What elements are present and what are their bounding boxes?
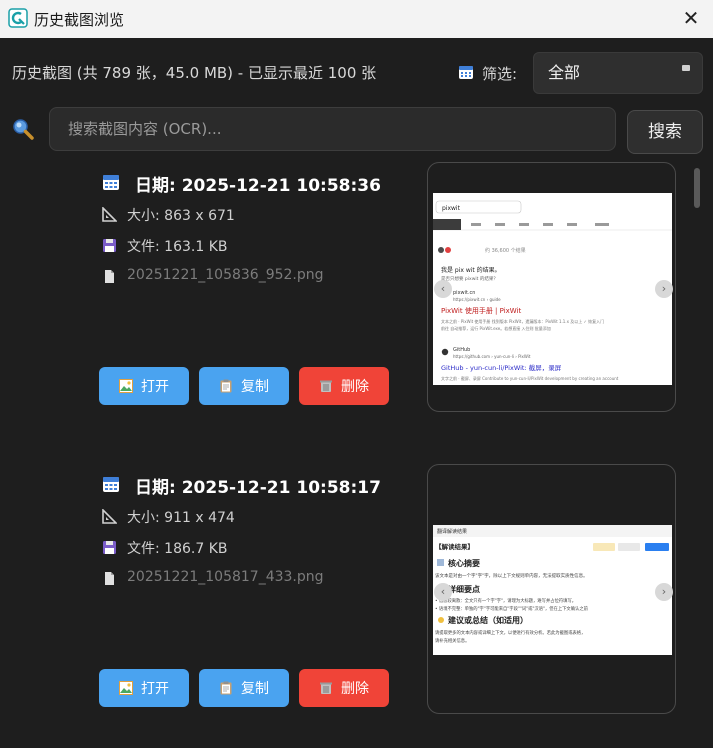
screenshot-card: 日期: 2025-12-21 10:58:36 大小: 863 x 671 文件…: [0, 160, 690, 430]
next-arrow-icon[interactable]: ›: [655, 280, 673, 298]
screenshot-card: 日期: 2025-12-21 10:58:17 大小: 911 x 474 文件…: [0, 462, 690, 732]
preview-h2: 详细要点: [448, 584, 480, 594]
floppy-disk-icon: [103, 239, 116, 252]
file-name: 20251221_105817_433.png: [127, 569, 324, 585]
search-input[interactable]: [49, 107, 616, 151]
preview-result-count: 约 36,600 个结果: [485, 247, 526, 254]
preview-p2a: • 信息较离散：全文只有一个字"字"，请理为大标题，难写并占位符填写。: [435, 597, 576, 604]
copy-button[interactable]: 复制: [199, 669, 289, 707]
file-size: 文件: 163.1 KB: [127, 239, 228, 255]
search-button[interactable]: 搜索: [627, 110, 703, 154]
preview-site2: GitHub: [453, 347, 470, 353]
preview-desc1b: 前往 自动推荐，运行 PixWit.exe。若想直接 入住则 批量添加: [441, 325, 551, 331]
delete-button[interactable]: 删除: [299, 669, 389, 707]
document-icon: [105, 572, 114, 585]
scrollbar[interactable]: [692, 168, 702, 748]
thumbnail-frame[interactable]: 翻译解读结果 【解读结果】 核心摘要 该文本是对由一个字"字"字，除以上下文规则…: [427, 464, 676, 714]
analysis-result-preview: 翻译解读结果 【解读结果】 核心摘要 该文本是对由一个字"字"字，除以上下文规则…: [433, 525, 672, 655]
dropdown-arrow-icon: [682, 65, 690, 71]
thumbnail-frame[interactable]: pixwit 约 36,600 个结果 我是 pix wit 的结果。 是否只想…: [427, 162, 676, 412]
image-icon: [119, 681, 133, 695]
clipboard-icon: [220, 379, 232, 393]
image-dimensions: 大小: 863 x 671: [127, 208, 235, 224]
preview-link2: GitHub - yun-cun-li/PixWit: 截屏，录屏: [441, 363, 562, 372]
preview-p1: 该文本是对由一个字"字"字，除以上下文规则单内容，无法提取实质性信息。: [435, 572, 588, 579]
file-size: 文件: 186.7 KB: [127, 541, 228, 557]
search-results-preview: pixwit 约 36,600 个结果 我是 pix wit 的结果。 是否只想…: [433, 193, 672, 385]
copy-button-label: 复制: [241, 379, 269, 395]
preview-header: 翻译解读结果: [437, 528, 467, 535]
close-icon[interactable]: ✕: [679, 6, 703, 30]
preview-section-title: 【解读结果】: [435, 542, 474, 551]
scrollbar-thumb[interactable]: [694, 168, 700, 208]
preview-url2: https://github.com › yun-cun-li › PixWit: [453, 354, 531, 359]
trash-icon: [320, 380, 332, 392]
clipboard-icon: [220, 681, 232, 695]
preview-h1: 核心摘要: [448, 558, 480, 568]
calendar-icon: [103, 477, 119, 492]
preview-p3b: 请补充相关信息。: [435, 637, 469, 644]
previous-arrow-icon[interactable]: ‹: [434, 280, 452, 298]
preview-p3: 请提取更多的文本内容或详细上下文，以便进行有效分析。若此为截图或表格，: [435, 629, 585, 636]
copy-button-label: 复制: [241, 681, 269, 697]
delete-button-label: 删除: [341, 379, 369, 395]
screenshot-list[interactable]: 日期: 2025-12-21 10:58:36 大小: 863 x 671 文件…: [0, 160, 713, 748]
preview-desc2: 文字之前 · 截屏、录屏 Contribute to yun-cun-li/Pi…: [441, 375, 619, 381]
calendar-icon: [459, 66, 473, 79]
file-name: 20251221_105836_952.png: [127, 267, 324, 283]
open-button[interactable]: 打开: [99, 669, 189, 707]
delete-button-label: 删除: [341, 681, 369, 697]
image-icon: [119, 379, 133, 393]
copy-button[interactable]: 复制: [199, 367, 289, 405]
preview-link1: PixWit 使用手册 | PixWit: [441, 306, 522, 315]
screenshot-date: 日期: 2025-12-21 10:58:17: [135, 478, 381, 498]
thumbnail-image[interactable]: pixwit 约 36,600 个结果 我是 pix wit 的结果。 是否只想…: [433, 193, 672, 385]
floppy-disk-icon: [103, 541, 116, 554]
filter-select[interactable]: 全部: [533, 52, 703, 94]
filter-label: 筛选:: [482, 65, 518, 83]
trash-icon: [320, 682, 332, 694]
preview-h3: 建议或总结（如适用）: [447, 615, 528, 625]
history-summary: 历史截图 (共 789 张，45.0 MB) - 已显示最近 100 张: [12, 64, 377, 82]
document-icon: [105, 270, 114, 283]
next-arrow-icon[interactable]: ›: [655, 583, 673, 601]
app-icon: [8, 8, 28, 28]
open-button[interactable]: 打开: [99, 367, 189, 405]
delete-button[interactable]: 删除: [299, 367, 389, 405]
preview-url1: https://pixwit.cn › guide: [453, 297, 501, 302]
calendar-icon: [103, 175, 119, 190]
screenshot-date: 日期: 2025-12-21 10:58:36: [135, 176, 381, 196]
title-bar: 历史截图浏览 ✕: [0, 0, 713, 38]
preview-ai-text: 我是 pix wit 的结果。: [441, 266, 501, 274]
thumbnail-image[interactable]: 翻译解读结果 【解读结果】 核心摘要 该文本是对由一个字"字"字，除以上下文规则…: [433, 525, 672, 655]
previous-arrow-icon[interactable]: ‹: [434, 583, 452, 601]
preview-ai-sub: 是否只想要 pixwit 的结果？: [441, 275, 498, 282]
preview-query: pixwit: [442, 205, 461, 212]
preview-site1: pixwit.cn: [453, 290, 475, 296]
preview-p2b: • 语境不完整：单独的"字"字可能来自"字段""词"或"汉语"，但在上下文确认之…: [435, 605, 589, 612]
filter-selected-value: 全部: [548, 63, 581, 82]
search-icon: [13, 119, 34, 140]
preview-desc1: 文本之前 · PixWit 使用手册 找到版本 PixWit，遗漏版本：PixW…: [441, 318, 604, 324]
open-button-label: 打开: [141, 379, 169, 395]
window-title: 历史截图浏览: [34, 11, 125, 29]
ruler-icon: [102, 509, 117, 524]
image-dimensions: 大小: 911 x 474: [127, 510, 235, 526]
ruler-icon: [102, 207, 117, 222]
open-button-label: 打开: [141, 681, 169, 697]
